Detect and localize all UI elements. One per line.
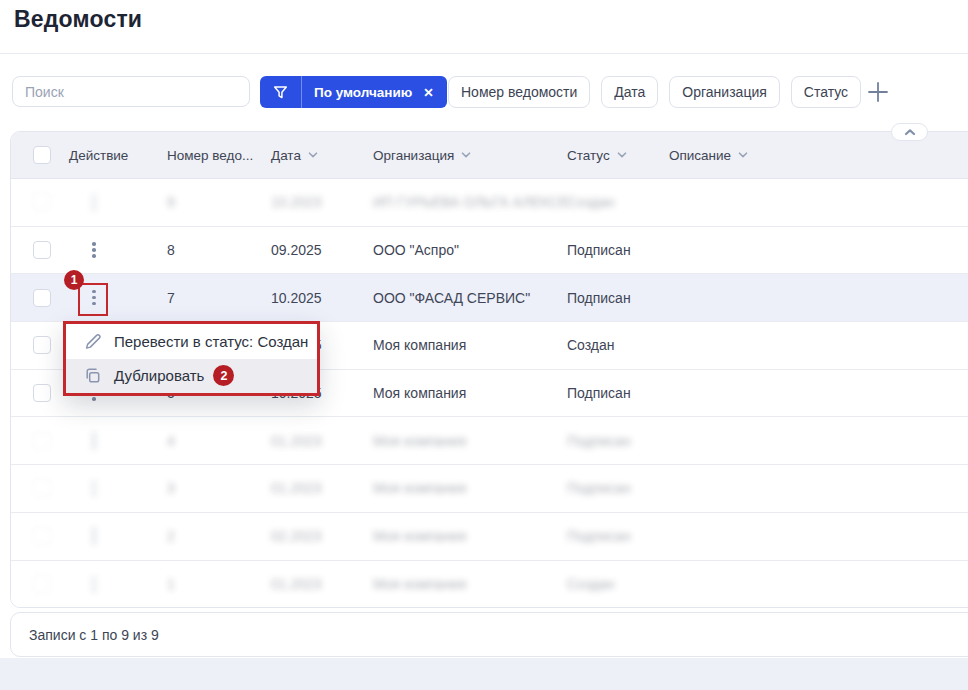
cell-date: 01.2023 — [271, 480, 322, 496]
cell-date: 10.2025 — [271, 290, 322, 306]
filter-button-2[interactable]: Организация — [669, 76, 779, 108]
row-checkbox[interactable] — [33, 193, 51, 211]
cell-number: 3 — [167, 480, 175, 496]
cell-org: Моя компания — [373, 385, 466, 401]
row-checkbox[interactable] — [33, 289, 51, 307]
cell-status: Подписан — [567, 242, 631, 258]
sort-chevron-icon[interactable] — [461, 152, 471, 158]
column-header-action: Действие — [61, 148, 157, 163]
page-background-strip — [0, 658, 968, 690]
row-checkbox[interactable] — [33, 575, 51, 593]
column-header-desc[interactable]: Описание — [659, 148, 779, 163]
cell-date: 09.2025 — [271, 242, 322, 258]
table-row: 8 09.2025 ООО "Аспро" Подписан — [11, 227, 968, 275]
row-checkbox[interactable] — [33, 479, 51, 497]
active-filter-chip[interactable]: По умолчанию ✕ — [260, 76, 447, 108]
cell-number: 8 — [167, 242, 175, 258]
filter-buttons-group: Номер ведомости Дата Организация Статус — [448, 76, 861, 108]
sort-chevron-icon[interactable] — [617, 152, 627, 158]
search-input[interactable] — [12, 76, 250, 107]
header-divider — [0, 53, 968, 54]
column-header-date[interactable]: Дата — [261, 148, 363, 163]
collapse-filters-button[interactable] — [891, 123, 928, 141]
annotation-step-2-badge: 2 — [213, 365, 234, 386]
add-filter-button[interactable] — [862, 76, 894, 108]
cell-org: Моя компания — [373, 576, 466, 592]
cell-status: Создан — [567, 576, 615, 592]
column-header-status[interactable]: Статус — [557, 148, 659, 163]
table-row: 3 01.2023 Моя компания Подписан — [11, 465, 968, 513]
cell-status: Создан — [567, 337, 615, 353]
row-checkbox[interactable] — [33, 336, 51, 354]
cell-number: 2 — [167, 528, 175, 544]
row-checkbox[interactable] — [33, 527, 51, 545]
table-row: 2 02.2023 Моя компания Подписан — [11, 513, 968, 561]
table-row: 4 01.2023 Моя компания Подписан — [11, 417, 968, 465]
row-checkbox[interactable] — [33, 241, 51, 259]
annotation-box-kebab — [78, 283, 108, 316]
row-checkbox[interactable] — [33, 432, 51, 450]
records-summary: Записи с 1 по 9 из 9 — [29, 627, 159, 643]
cell-date: 01.2023 — [271, 576, 322, 592]
cell-number: 9 — [167, 194, 175, 210]
row-actions-kebab-icon[interactable] — [88, 524, 100, 548]
pagination-card: Записи с 1 по 9 из 9 — [10, 612, 968, 657]
column-header-check — [11, 146, 61, 164]
column-header-number: Номер ведо... — [157, 148, 261, 163]
remove-filter-icon[interactable]: ✕ — [421, 85, 446, 100]
column-header-org[interactable]: Организация — [363, 148, 557, 163]
page-title: Ведомости — [14, 6, 142, 33]
cell-org: Моя компания — [373, 528, 466, 544]
cell-org: Моя компания — [373, 480, 466, 496]
row-actions-kebab-icon[interactable] — [88, 191, 100, 215]
row-actions-kebab-icon[interactable] — [88, 573, 100, 597]
cell-org: ООО "Аспро" — [373, 242, 459, 258]
cell-date: 01.2023 — [271, 433, 322, 449]
table-row: 7 10.2025 ООО "ФАСАД СЕРВИС" Подписан — [11, 274, 968, 322]
row-actions-kebab-icon[interactable] — [88, 429, 100, 453]
context-menu-item-1[interactable]: Дублировать2 — [66, 359, 317, 394]
cell-date: 02.2023 — [271, 528, 322, 544]
active-filter-label: По умолчанию — [302, 85, 421, 100]
row-checkbox[interactable] — [33, 384, 51, 402]
cell-date: 10.2023 — [271, 194, 322, 210]
cell-status: Подписан — [567, 528, 631, 544]
sort-chevron-icon[interactable] — [738, 152, 748, 158]
context-menu-item-0[interactable]: Перевести в статус: Создан — [66, 324, 317, 359]
cell-org: Моя компания — [373, 433, 466, 449]
select-all-checkbox[interactable] — [33, 146, 51, 164]
table-header: ДействиеНомер ведо...ДатаОрганизацияСтат… — [11, 132, 968, 179]
cell-status: Создан — [567, 194, 615, 210]
chevron-up-icon — [904, 128, 916, 136]
cell-org: Моя компания — [373, 337, 466, 353]
filter-button-0[interactable]: Номер ведомости — [448, 76, 590, 108]
table-row: 1 01.2023 Моя компания Создан — [11, 561, 968, 609]
cell-number: 1 — [167, 576, 175, 592]
filter-funnel-icon[interactable] — [260, 76, 302, 108]
table-row: 9 10.2023 ИП ГУРЬЕВА ОЛЬГА АЛЕКСЕСоздан — [11, 179, 968, 227]
copy-icon — [84, 367, 102, 384]
cell-status: Подписан — [567, 385, 631, 401]
cell-status: Подписан — [567, 290, 631, 306]
cell-number: 7 — [167, 290, 175, 306]
cell-number: 4 — [167, 433, 175, 449]
row-actions-kebab-icon[interactable] — [88, 477, 100, 501]
annotation-step-1-badge: 1 — [64, 270, 84, 290]
filter-button-1[interactable]: Дата — [601, 76, 658, 108]
filter-button-3[interactable]: Статус — [791, 76, 861, 108]
cell-org: ИП ГУРЬЕВА ОЛЬГА АЛЕКСЕ — [373, 194, 568, 210]
row-context-menu: Перевести в статус: СозданДублировать2 — [63, 321, 320, 396]
sort-chevron-icon[interactable] — [308, 152, 318, 158]
cell-status: Подписан — [567, 433, 631, 449]
cell-status: Подписан — [567, 480, 631, 496]
row-actions-kebab-icon[interactable] — [88, 238, 100, 262]
cell-org: ООО "ФАСАД СЕРВИС" — [373, 290, 530, 306]
plus-icon — [867, 81, 889, 103]
pencil-icon — [84, 333, 102, 350]
